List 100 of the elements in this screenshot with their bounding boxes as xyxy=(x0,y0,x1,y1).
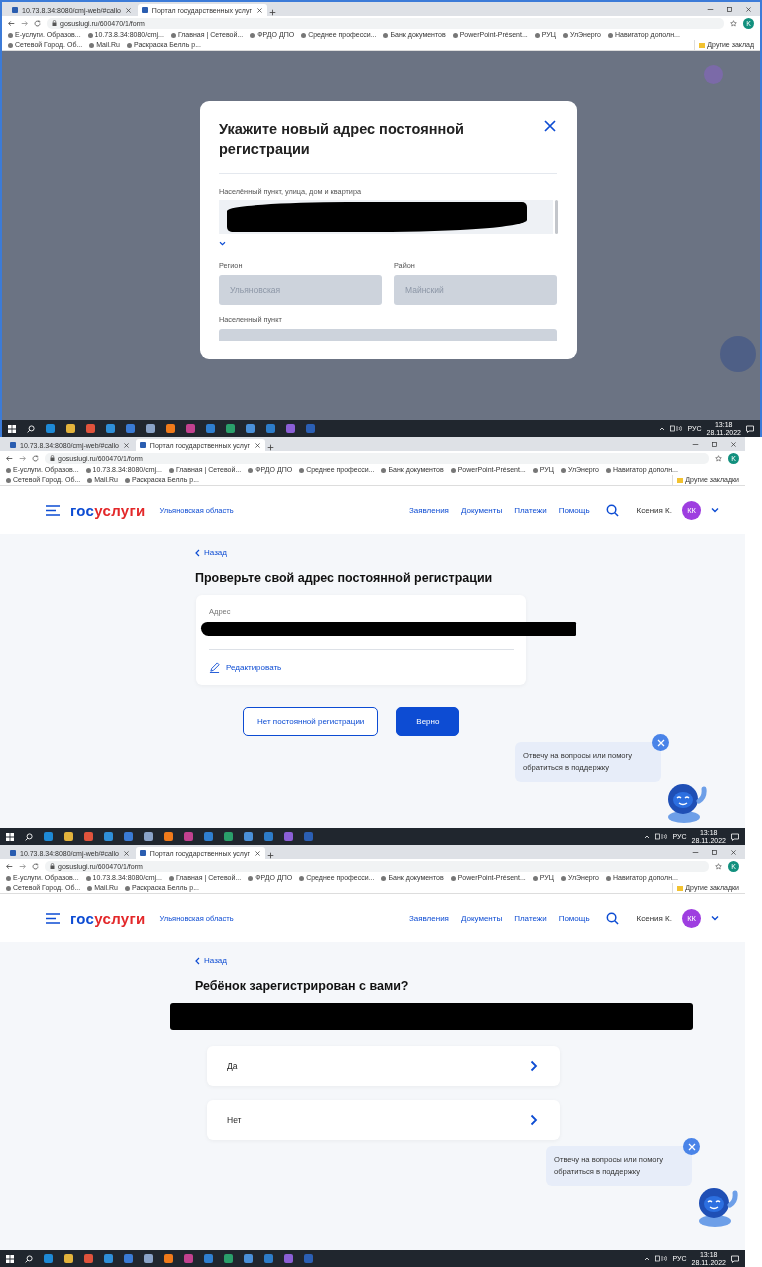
tray-chevron-icon[interactable] xyxy=(644,833,651,840)
chevron-down-icon[interactable] xyxy=(711,915,719,921)
maximize-icon[interactable] xyxy=(711,848,718,856)
close-icon[interactable] xyxy=(543,119,557,133)
chevron-down-icon[interactable] xyxy=(219,241,226,246)
taskbar-app-icon[interactable] xyxy=(164,1254,173,1263)
maximize-icon[interactable] xyxy=(726,5,733,13)
taskbar-app-icon[interactable] xyxy=(86,424,95,433)
taskbar-app-icon[interactable] xyxy=(286,424,295,433)
taskbar-app-icon[interactable] xyxy=(284,1254,293,1263)
taskbar-app-icon[interactable] xyxy=(306,424,315,433)
back-link[interactable]: Назад xyxy=(195,548,540,557)
nav-link[interactable]: Документы xyxy=(460,505,503,515)
taskbar-app-icon[interactable] xyxy=(46,424,55,433)
search-icon[interactable] xyxy=(605,503,619,517)
menu-icon[interactable] xyxy=(46,912,60,924)
windows-start-icon[interactable] xyxy=(6,1254,14,1263)
notifications-icon[interactable] xyxy=(731,832,739,841)
taskbar-app-icon[interactable] xyxy=(84,832,93,841)
taskbar-app-icon[interactable] xyxy=(224,832,233,841)
taskbar-app-icon[interactable] xyxy=(106,424,115,433)
tray-chevron-icon[interactable] xyxy=(659,425,666,432)
new-tab-icon[interactable] xyxy=(267,852,274,859)
taskbar-app-icon[interactable] xyxy=(204,1254,213,1263)
back-icon[interactable] xyxy=(8,19,15,27)
close-hint-button[interactable] xyxy=(683,1138,700,1155)
taskbar-app-icon[interactable] xyxy=(304,1254,313,1263)
primary-button[interactable]: Верно xyxy=(396,707,460,736)
reload-icon[interactable] xyxy=(34,19,41,27)
taskbar-app-icon[interactable] xyxy=(284,832,293,841)
search-icon[interactable] xyxy=(25,1254,33,1263)
close-tab-icon[interactable] xyxy=(256,6,263,14)
taskbar-app-icon[interactable] xyxy=(266,424,275,433)
gosuslugi-logo[interactable]: госуслуги xyxy=(70,909,146,927)
nav-link[interactable]: Платежи xyxy=(514,505,547,515)
new-tab-icon[interactable] xyxy=(269,9,276,16)
close-tab-icon[interactable] xyxy=(122,849,130,857)
nav-link[interactable]: Платежи xyxy=(514,913,547,923)
reload-icon[interactable] xyxy=(32,862,39,870)
taskbar-app-icon[interactable] xyxy=(226,424,235,433)
maximize-icon[interactable] xyxy=(711,440,718,448)
user-name[interactable]: Ксения К. xyxy=(636,913,672,923)
chevron-down-icon[interactable] xyxy=(711,507,719,513)
close-icon[interactable] xyxy=(745,5,752,13)
taskbar-app-icon[interactable] xyxy=(126,424,135,433)
close-icon[interactable] xyxy=(730,440,737,448)
answer-option[interactable]: Нет xyxy=(207,1100,560,1140)
taskbar-app-icon[interactable] xyxy=(164,832,173,841)
scrollbar-thumb[interactable] xyxy=(555,200,558,234)
taskbar-app-icon[interactable] xyxy=(64,1254,73,1263)
answer-option[interactable]: Да xyxy=(207,1046,560,1086)
edit-link[interactable]: Редактировать xyxy=(209,662,514,673)
tray-status-icon[interactable] xyxy=(655,833,668,840)
search-icon[interactable] xyxy=(27,424,35,433)
close-hint-button[interactable] xyxy=(652,734,669,751)
taskbar-app-icon[interactable] xyxy=(184,832,193,841)
close-tab-icon[interactable] xyxy=(122,441,130,449)
taskbar-app-icon[interactable] xyxy=(204,832,213,841)
notifications-icon[interactable] xyxy=(746,424,754,433)
nav-link[interactable]: Помощь xyxy=(558,913,590,923)
taskbar-app-icon[interactable] xyxy=(104,1254,113,1263)
search-icon[interactable] xyxy=(25,832,33,841)
bookmark-star-icon[interactable] xyxy=(715,454,722,462)
reload-icon[interactable] xyxy=(32,454,39,462)
nav-link[interactable]: Документы xyxy=(460,913,503,923)
taskbar-app-icon[interactable] xyxy=(166,424,175,433)
windows-start-icon[interactable] xyxy=(8,424,16,433)
forward-icon[interactable] xyxy=(19,454,26,462)
tray-chevron-icon[interactable] xyxy=(644,1255,651,1262)
tray-status-icon[interactable] xyxy=(655,1255,668,1262)
close-tab-icon[interactable] xyxy=(124,6,132,14)
taskbar-app-icon[interactable] xyxy=(84,1254,93,1263)
locality-field[interactable] xyxy=(219,329,557,341)
taskbar-app-icon[interactable] xyxy=(246,424,255,433)
taskbar-app-icon[interactable] xyxy=(206,424,215,433)
taskbar-app-icon[interactable] xyxy=(44,832,53,841)
taskbar-app-icon[interactable] xyxy=(224,1254,233,1263)
tray-status-icon[interactable] xyxy=(670,425,683,432)
back-icon[interactable] xyxy=(6,454,13,462)
taskbar-app-icon[interactable] xyxy=(186,424,195,433)
taskbar-app-icon[interactable] xyxy=(66,424,75,433)
taskbar-app-icon[interactable] xyxy=(124,832,133,841)
taskbar-app-icon[interactable] xyxy=(244,1254,253,1263)
back-icon[interactable] xyxy=(6,862,13,870)
taskbar-app-icon[interactable] xyxy=(64,832,73,841)
taskbar-app-icon[interactable] xyxy=(264,1254,273,1263)
taskbar-app-icon[interactable] xyxy=(44,1254,53,1263)
secondary-button[interactable]: Нет постоянной регистрации xyxy=(243,707,379,736)
taskbar-app-icon[interactable] xyxy=(244,832,253,841)
windows-start-icon[interactable] xyxy=(6,832,14,841)
forward-icon[interactable] xyxy=(21,19,28,27)
notifications-icon[interactable] xyxy=(731,1254,739,1263)
nav-link[interactable]: Заявления xyxy=(408,913,449,923)
nav-link[interactable]: Помощь xyxy=(558,505,590,515)
menu-icon[interactable] xyxy=(46,504,60,516)
taskbar-app-icon[interactable] xyxy=(144,832,153,841)
taskbar-app-icon[interactable] xyxy=(104,832,113,841)
nav-link[interactable]: Заявления xyxy=(408,505,449,515)
forward-icon[interactable] xyxy=(19,862,26,870)
taskbar-app-icon[interactable] xyxy=(144,1254,153,1263)
